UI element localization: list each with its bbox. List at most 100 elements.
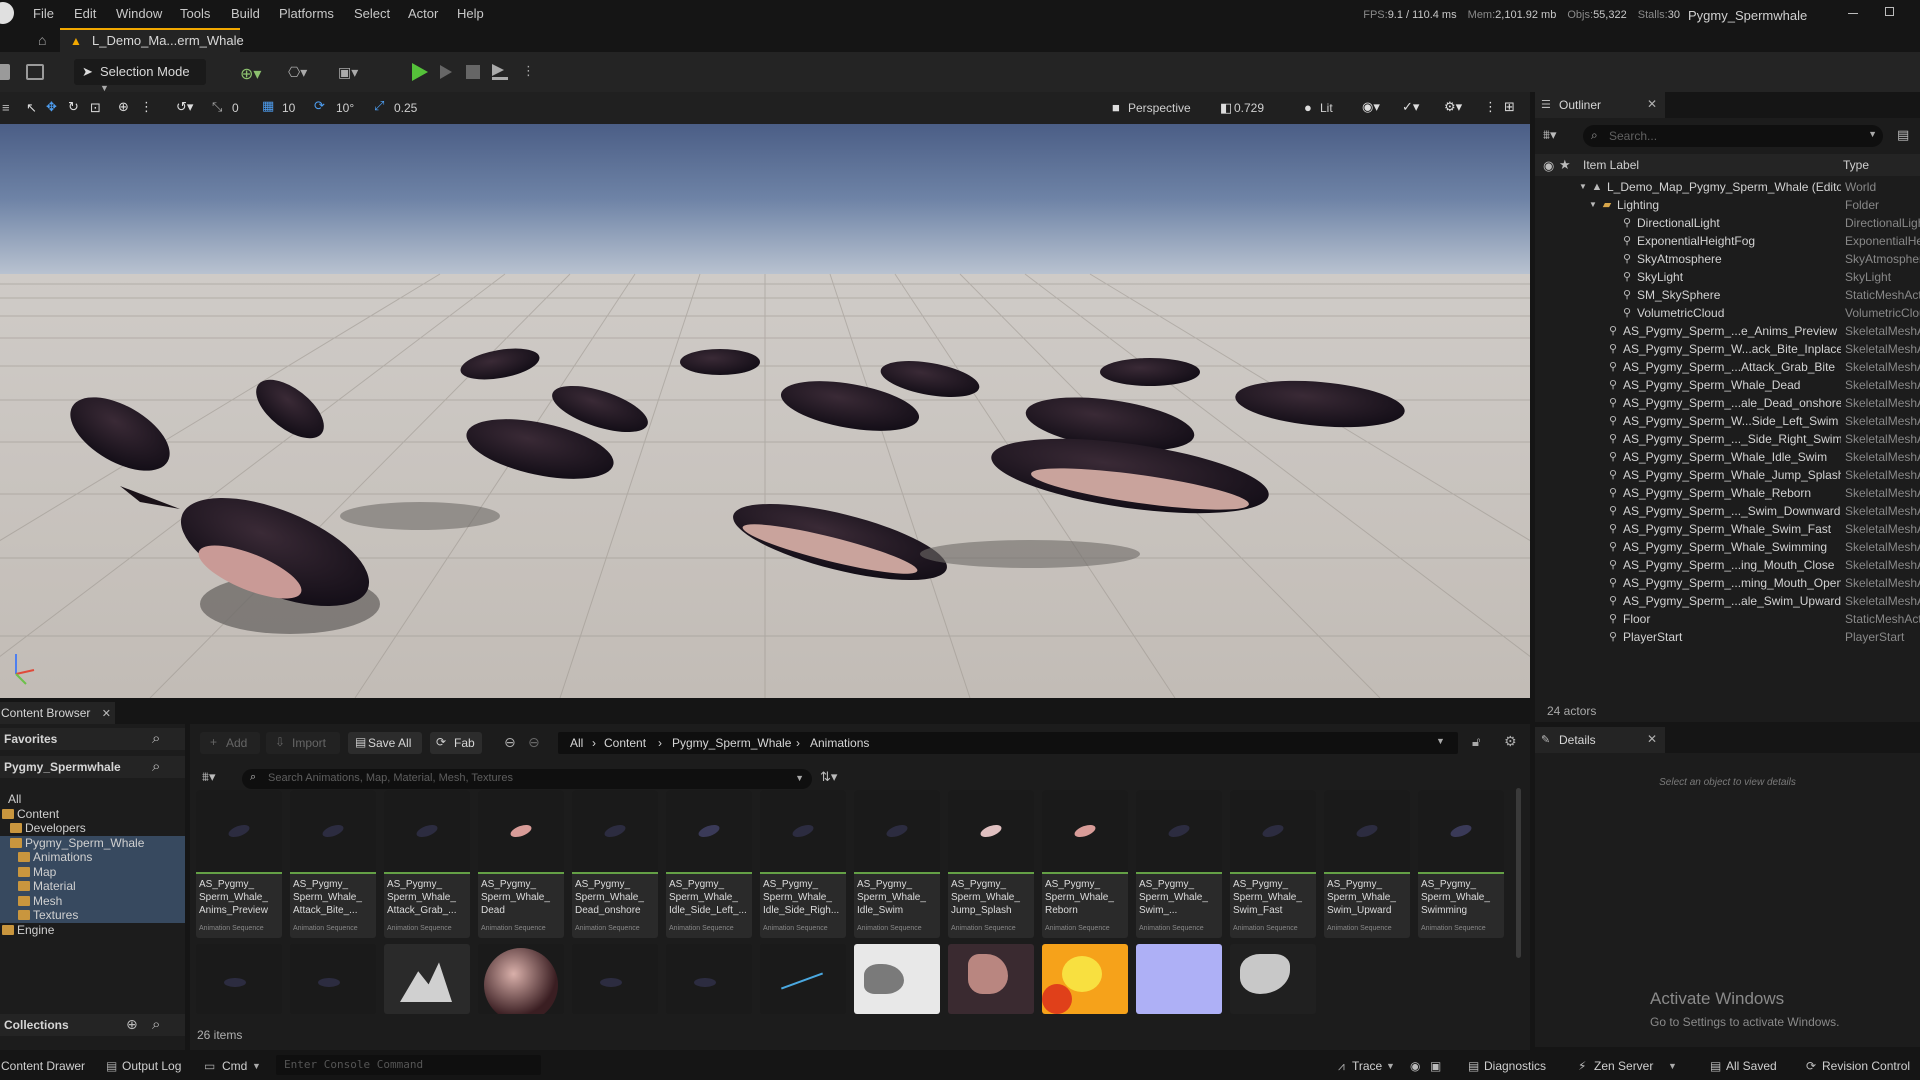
folder-tree-item[interactable]: Pygmy_Sperm_Whale bbox=[0, 835, 185, 851]
save-icon[interactable] bbox=[0, 64, 10, 80]
angle-snap-icon[interactable]: ⟳ bbox=[314, 98, 325, 114]
world-local-icon[interactable]: ⊕ bbox=[118, 99, 129, 115]
stop-icon[interactable] bbox=[466, 65, 480, 79]
menu-file[interactable]: File bbox=[33, 6, 54, 21]
asset-tile[interactable]: AS_Pygmy_ Sperm_Whale_ Idle_Swim Animatio… bbox=[854, 790, 940, 938]
perspective-button[interactable]: Perspective bbox=[1128, 101, 1191, 115]
outliner-row[interactable]: ⚲ PlayerStart PlayerStart bbox=[1535, 628, 1920, 646]
folder-tree-item[interactable]: Content bbox=[0, 807, 185, 822]
close-icon[interactable]: ✕ bbox=[1647, 97, 1657, 111]
console-input[interactable]: Enter Console Command bbox=[276, 1055, 541, 1075]
menu-actor[interactable]: Actor bbox=[408, 6, 438, 21]
outliner-row[interactable]: ▼ ▰ Lighting Folder bbox=[1535, 196, 1920, 214]
add-collection-icon[interactable]: ⊕ bbox=[126, 1016, 138, 1033]
asset-tile[interactable]: AS_Pygmy_ Sperm_Whale_ Idle_Side_Left_..… bbox=[666, 790, 752, 938]
outliner-row[interactable]: ⚲ AS_Pygmy_Sperm_Whale_Swim_Fast SkeletalM… bbox=[1535, 520, 1920, 538]
outliner-tab[interactable]: ☰ Outliner ✕ bbox=[1535, 92, 1665, 118]
outliner-row[interactable]: ⚲ AS_Pygmy_Sperm_Whale_Dead SkeletalMeshAc… bbox=[1535, 376, 1920, 394]
camera-speed-value[interactable]: 0.729 bbox=[1234, 101, 1264, 115]
outliner-row[interactable]: ⚲ ExponentialHeightFog ExponentialHeightFo… bbox=[1535, 232, 1920, 250]
scale-tool-icon[interactable]: ⊡ bbox=[90, 100, 101, 116]
content-drawer-button[interactable]: Content Drawer bbox=[1, 1059, 85, 1073]
eject-icon[interactable] bbox=[492, 64, 508, 80]
blueprint-icon[interactable]: ⎔▾ bbox=[288, 64, 307, 81]
outliner-row[interactable]: ⚲ AS_Pygmy_Sperm_...ming_Mouth_Open Skelet… bbox=[1535, 574, 1920, 592]
asset-tile[interactable]: AS_Pygmy_ Sperm_Whale_ Jump_Splash Animat… bbox=[948, 790, 1034, 938]
add-button[interactable]: + Add bbox=[200, 732, 260, 754]
search-icon[interactable]: ⌕ bbox=[152, 730, 160, 747]
project-header[interactable]: Pygmy_Spermwhale ⌕ bbox=[0, 756, 185, 778]
asset-thumbnail-texture[interactable] bbox=[1230, 944, 1316, 1014]
details-tab[interactable]: ✎ Details ✕ bbox=[1535, 727, 1665, 753]
settings-icon[interactable]: ⚙▾ bbox=[1444, 99, 1462, 115]
folder-tree-item[interactable]: Material bbox=[0, 879, 185, 894]
outliner-row[interactable]: ⚲ AS_Pygmy_Sperm_..._Side_Right_Swim Skele… bbox=[1535, 430, 1920, 448]
favorites-header[interactable]: Favorites ⌕ bbox=[0, 728, 185, 750]
rotate-tool-icon[interactable]: ↻ bbox=[68, 99, 79, 115]
breadcrumb-content[interactable]: Content bbox=[604, 736, 646, 750]
type-column[interactable]: Type bbox=[1843, 158, 1869, 172]
search-icon[interactable]: ⌕ bbox=[152, 1016, 160, 1033]
close-icon[interactable]: ✕ bbox=[1647, 732, 1657, 746]
chevron-down-icon[interactable]: ▼ bbox=[1668, 1061, 1677, 1071]
breadcrumb-all[interactable]: All bbox=[570, 736, 583, 750]
asset-tile[interactable]: AS_Pygmy_ Sperm_Whale_ Attack_Grab_... An… bbox=[384, 790, 470, 938]
rotation-snap-value[interactable]: 0 bbox=[232, 101, 239, 115]
import-button[interactable]: ⇩ Import bbox=[266, 732, 340, 754]
chevron-down-icon[interactable]: ▼ bbox=[1577, 181, 1589, 193]
asset-thumbnail-texture[interactable] bbox=[854, 944, 940, 1014]
minimize-icon[interactable] bbox=[1848, 13, 1858, 14]
outliner-row[interactable]: ⚲ Floor StaticMeshActor bbox=[1535, 610, 1920, 628]
asset-tile[interactable]: AS_Pygmy_ Sperm_Whale_ Swim_... Animation… bbox=[1136, 790, 1222, 938]
play-icon[interactable] bbox=[412, 63, 428, 81]
lock-icon[interactable]: 🔓︎ bbox=[1472, 734, 1480, 750]
outliner-row[interactable]: ⚲ AS_Pygmy_Sperm_W...Side_Left_Swim Skelet… bbox=[1535, 412, 1920, 430]
asset-tile[interactable]: AS_Pygmy_ Sperm_Whale_ Dead_onshore Anima… bbox=[572, 790, 658, 938]
menu-tools[interactable]: Tools bbox=[180, 6, 210, 21]
menu-help[interactable]: Help bbox=[457, 6, 484, 21]
asset-tile[interactable]: AS_Pygmy_ Sperm_Whale_ Anims_Preview Anim… bbox=[196, 790, 282, 938]
outliner-search-input[interactable]: ⌕ Search... ▼ bbox=[1583, 125, 1883, 147]
outliner-row[interactable]: ⚲ AS_Pygmy_Sperm_Whale_Jump_Splash Skeleta… bbox=[1535, 466, 1920, 484]
outliner-row[interactable]: ⚲ SkyAtmosphere SkyAtmosphere bbox=[1535, 250, 1920, 268]
breadcrumb-animations[interactable]: Animations bbox=[810, 736, 869, 750]
menu-window[interactable]: Window bbox=[116, 6, 162, 21]
folder-tree-item[interactable]: Textures bbox=[0, 908, 185, 923]
menu-select[interactable]: Select bbox=[354, 6, 390, 21]
visibility-column-icon[interactable]: ◉ bbox=[1543, 158, 1554, 174]
asset-thumbnail[interactable] bbox=[196, 944, 282, 1014]
outliner-row[interactable]: ⚲ AS_Pygmy_Sperm_W...ack_Bite_Inplace Skel… bbox=[1535, 340, 1920, 358]
fab-button[interactable]: ⟳ Fab bbox=[430, 732, 482, 754]
asset-tile[interactable]: AS_Pygmy_ Sperm_Whale_ Reborn Animation S… bbox=[1042, 790, 1128, 938]
outliner-row[interactable]: ⚲ AS_Pygmy_Sperm_...ale_Dead_onshore Skele… bbox=[1535, 394, 1920, 412]
chevron-down-icon[interactable]: ▼ bbox=[1436, 736, 1445, 746]
viewport-more-icon[interactable]: ⋮ bbox=[140, 99, 153, 115]
content-browser-tab[interactable]: Content Browser ✕ bbox=[0, 702, 115, 724]
menu-platforms[interactable]: Platforms bbox=[279, 6, 334, 21]
outliner-row[interactable]: ⚲ AS_Pygmy_Sperm_..._Swim_Downward Skeleta… bbox=[1535, 502, 1920, 520]
viewport-menu-icon[interactable]: ≡ bbox=[2, 100, 10, 115]
scale-snap-icon[interactable]: ⤢ bbox=[374, 98, 384, 114]
outliner-row[interactable]: ⚲ AS_Pygmy_Sperm_Whale_Swimming SkeletalMe… bbox=[1535, 538, 1920, 556]
asset-tile[interactable]: AS_Pygmy_ Sperm_Whale_ Idle_Side_Righ...… bbox=[760, 790, 846, 938]
history-forward-icon[interactable]: ⊖ bbox=[528, 734, 540, 751]
home-icon[interactable]: ⌂ bbox=[38, 32, 46, 48]
save-all-button[interactable]: ▤ Save All bbox=[348, 732, 422, 754]
cmd-dropdown[interactable]: Cmd bbox=[222, 1059, 247, 1073]
output-log-button[interactable]: Output Log bbox=[122, 1059, 181, 1073]
outliner-row[interactable]: ⚲ DirectionalLight DirectionalLight bbox=[1535, 214, 1920, 232]
asset-tile[interactable]: AS_Pygmy_ Sperm_Whale_ Swim_Upward Animat… bbox=[1324, 790, 1410, 938]
chevron-down-icon[interactable]: ▼ bbox=[1386, 1061, 1395, 1071]
unreal-logo-icon[interactable] bbox=[0, 2, 14, 24]
folder-tree-item[interactable]: Mesh bbox=[0, 893, 185, 909]
outliner-row[interactable]: ⚲ AS_Pygmy_Sperm_...ale_Swim_Upward Skelet… bbox=[1535, 592, 1920, 610]
rotation-snap-toggle-icon[interactable]: ⤡ bbox=[212, 99, 222, 115]
sort-icon[interactable]: ⇅▾ bbox=[820, 769, 837, 785]
menu-build[interactable]: Build bbox=[231, 6, 260, 21]
filter-icon[interactable]: ⩩▾ bbox=[202, 769, 215, 785]
cinematics-icon[interactable]: ▣▾ bbox=[338, 64, 358, 81]
outliner-row[interactable]: ⚲ AS_Pygmy_Sperm_...Attack_Grab_Bite Skele… bbox=[1535, 358, 1920, 376]
grid-snap-icon[interactable]: ▦ bbox=[262, 98, 274, 114]
asset-thumbnail-texture[interactable] bbox=[1042, 944, 1128, 1014]
asset-tile[interactable]: AS_Pygmy_ Sperm_Whale_ Attack_Bite_... An… bbox=[290, 790, 376, 938]
